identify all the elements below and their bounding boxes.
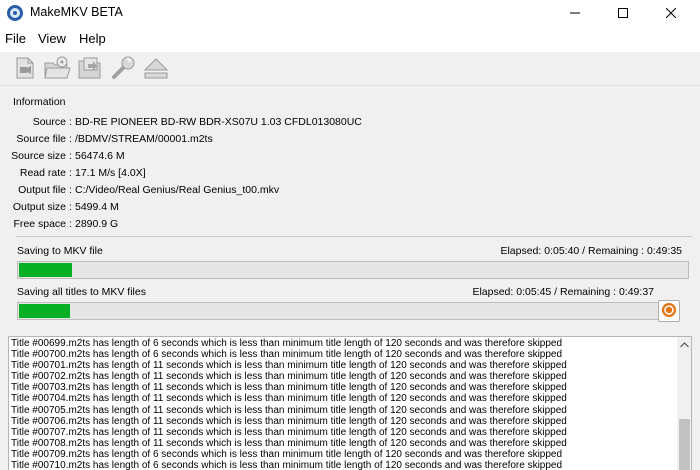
maximize-button[interactable] bbox=[600, 0, 646, 26]
info-row-source: Source : BD-RE PIONEER BD-RW BDR-XS07U 1… bbox=[8, 116, 692, 132]
current-progress-elapsed: Elapsed: 0:05:40 / Remaining : 0:49:35 bbox=[500, 245, 682, 257]
info-colon: : bbox=[69, 116, 72, 128]
log-line: Title #00703.m2ts has length of 11 secon… bbox=[11, 382, 567, 394]
scroll-up-button[interactable] bbox=[677, 337, 691, 352]
log-line: Title #00708.m2ts has length of 11 secon… bbox=[11, 437, 567, 449]
info-colon: : bbox=[69, 133, 72, 145]
menu-file[interactable]: File bbox=[5, 31, 26, 46]
wrench-icon bbox=[110, 55, 136, 84]
info-value-output-size: 5499.4 M bbox=[75, 201, 119, 213]
backup-button[interactable] bbox=[75, 54, 105, 84]
log-line: Title #00710.m2ts has length of 6 second… bbox=[11, 460, 563, 470]
open-disc-button[interactable] bbox=[42, 54, 72, 84]
open-disc-icon bbox=[43, 55, 71, 84]
chevron-up-icon bbox=[680, 339, 689, 351]
log-line: Title #00701.m2ts has length of 11 secon… bbox=[11, 360, 567, 372]
info-label: Output file bbox=[18, 184, 66, 196]
info-row-output-file: Output file : C:/Video/Real Genius/Real … bbox=[8, 184, 692, 200]
info-row-output-size: Output size : 5499.4 M bbox=[8, 201, 692, 217]
toolbar bbox=[0, 52, 700, 86]
window-title: MakeMKV BETA bbox=[30, 5, 123, 19]
info-value-output-file: C:/Video/Real Genius/Real Genius_t00.mkv bbox=[75, 184, 280, 196]
log-line: Title #00707.m2ts has length of 11 secon… bbox=[11, 426, 567, 438]
log-line: Title #00699.m2ts has length of 6 second… bbox=[11, 338, 563, 349]
scroll-thumb[interactable] bbox=[679, 419, 690, 470]
log-scrollbar[interactable] bbox=[677, 337, 691, 470]
menu-view[interactable]: View bbox=[38, 31, 66, 46]
total-progress-elapsed: Elapsed: 0:05:45 / Remaining : 0:49:37 bbox=[472, 286, 654, 298]
eject-icon bbox=[142, 55, 170, 84]
info-colon: : bbox=[69, 167, 72, 179]
log-line: Title #00705.m2ts has length of 11 secon… bbox=[11, 404, 567, 416]
info-label: Output size bbox=[12, 201, 66, 213]
close-button[interactable] bbox=[648, 0, 694, 26]
log-line: Title #00706.m2ts has length of 11 secon… bbox=[11, 415, 567, 427]
backup-icon bbox=[76, 55, 104, 84]
information-panel: Information Source : BD-RE PIONEER BD-RW… bbox=[8, 92, 692, 328]
info-value-source-file: /BDMV/STREAM/00001.m2ts bbox=[75, 133, 213, 145]
info-value-source: BD-RE PIONEER BD-RW BDR-XS07U 1.03 CFDL0… bbox=[75, 116, 362, 128]
info-row-source-size: Source size : 56474.6 M bbox=[8, 150, 692, 166]
menu-help[interactable]: Help bbox=[79, 31, 106, 46]
info-value-free-space: 2890.9 G bbox=[75, 218, 119, 230]
log-lines: Title #00699.m2ts has length of 6 second… bbox=[11, 338, 671, 470]
info-label: Read rate bbox=[19, 167, 66, 179]
info-label: Source bbox=[32, 116, 66, 128]
info-label: Source size bbox=[11, 150, 66, 162]
current-progress-label: Saving to MKV file bbox=[17, 245, 103, 257]
log-line: Title #00704.m2ts has length of 11 secon… bbox=[11, 393, 567, 405]
info-value-read-rate: 17.1 M/s [4.0X] bbox=[75, 167, 146, 179]
info-colon: : bbox=[69, 218, 72, 230]
information-legend: Information bbox=[13, 96, 66, 108]
makemkv-logo-icon bbox=[6, 4, 24, 22]
divider bbox=[16, 236, 692, 237]
log-line: Title #00709.m2ts has length of 6 second… bbox=[11, 448, 563, 460]
total-progress-label: Saving all titles to MKV files bbox=[17, 286, 146, 298]
info-row-free-space: Free space : 2890.9 G bbox=[8, 218, 692, 234]
log-line: Title #00702.m2ts has length of 11 secon… bbox=[11, 371, 567, 383]
title-bar: MakeMKV BETA bbox=[0, 0, 700, 26]
open-files-icon bbox=[12, 55, 38, 84]
current-progress-fill bbox=[19, 263, 72, 277]
info-colon: : bbox=[69, 201, 72, 213]
info-colon: : bbox=[69, 150, 72, 162]
open-files-button[interactable] bbox=[10, 54, 40, 84]
menu-bar: File View Help bbox=[0, 26, 700, 52]
stop-icon bbox=[661, 302, 677, 321]
total-progress-bar bbox=[17, 302, 659, 320]
total-progress-fill bbox=[19, 304, 70, 318]
cancel-button[interactable] bbox=[658, 300, 680, 322]
log-output[interactable]: Title #00699.m2ts has length of 6 second… bbox=[8, 336, 692, 470]
minimize-button[interactable] bbox=[552, 0, 598, 26]
eject-button[interactable] bbox=[141, 54, 171, 84]
log-line: Title #00700.m2ts has length of 6 second… bbox=[11, 349, 563, 361]
info-label: Source file bbox=[16, 133, 66, 145]
current-progress-bar bbox=[17, 261, 689, 279]
info-row-read-rate: Read rate : 17.1 M/s [4.0X] bbox=[8, 167, 692, 183]
preferences-button[interactable] bbox=[108, 54, 138, 84]
info-colon: : bbox=[69, 184, 72, 196]
info-row-source-file: Source file : /BDMV/STREAM/00001.m2ts bbox=[8, 133, 692, 149]
info-value-source-size: 56474.6 M bbox=[75, 150, 125, 162]
info-label: Free space bbox=[13, 218, 66, 230]
